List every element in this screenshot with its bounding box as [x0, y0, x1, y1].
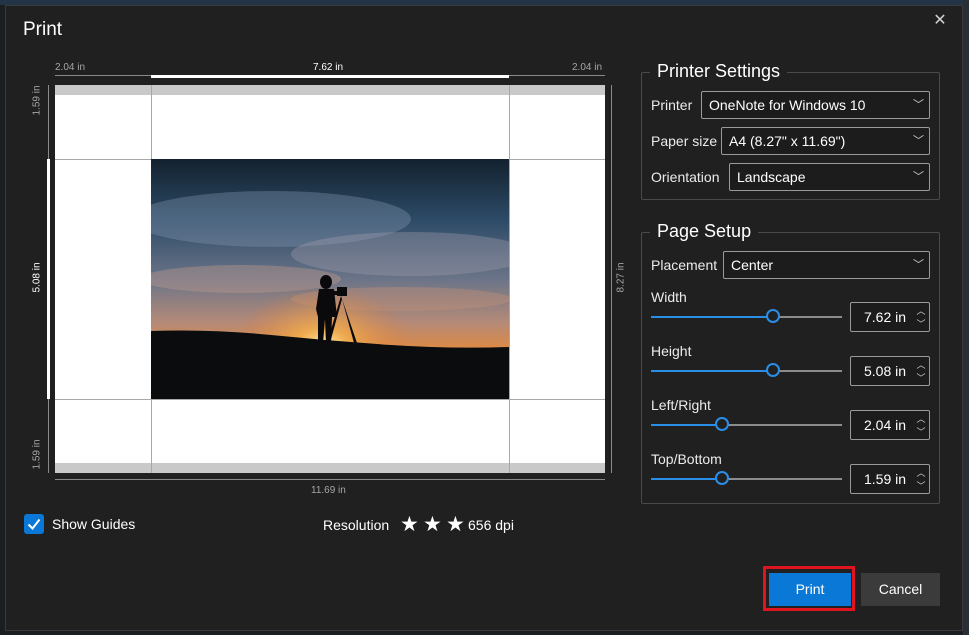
paper-unprintable-bottom [55, 463, 605, 473]
chevron-down-icon[interactable]: ﹀ [915, 372, 927, 384]
topbottom-label: Top/Bottom [651, 451, 722, 467]
width-slider-thumb[interactable] [766, 309, 780, 323]
guide-bottom [55, 399, 605, 400]
chevron-down-icon: ﹀ [913, 135, 924, 147]
leftright-value[interactable]: 2.04 in [864, 417, 906, 433]
leftright-slider-fill [651, 424, 722, 426]
topbottom-slider-thumb[interactable] [715, 471, 729, 485]
resolution-dpi: 656 dpi [468, 517, 514, 533]
leftright-label: Left/Right [651, 397, 711, 413]
guide-right [509, 85, 510, 473]
placement-value: Center [731, 257, 774, 273]
topbottom-value[interactable]: 1.59 in [864, 471, 906, 487]
chevron-up-icon[interactable]: ︿ [915, 305, 927, 317]
paper-size-value: A4 (8.27" x 11.69") [729, 133, 846, 149]
chevron-down-icon[interactable]: ﹀ [915, 426, 927, 438]
chevron-down-icon[interactable]: ﹀ [915, 318, 927, 330]
orientation-value: Landscape [737, 169, 806, 185]
topbottom-slider-fill [651, 478, 722, 480]
photo-preview [151, 159, 509, 399]
dim-tick-bottom [55, 479, 605, 480]
close-icon[interactable]: ✕ [930, 11, 950, 31]
printer-select[interactable]: OneNote for Windows 10 ﹀ [701, 91, 930, 119]
height-value[interactable]: 5.08 in [864, 363, 906, 379]
cancel-button[interactable]: Cancel [861, 573, 940, 606]
orientation-label: Orientation [651, 169, 720, 185]
paper-unprintable-top [55, 85, 605, 95]
checkmark-icon [27, 518, 41, 531]
star-icon: ★ [446, 513, 465, 536]
dialog-title: Print [23, 19, 63, 40]
dim-paper-height: 8.27 in [615, 262, 627, 293]
chevron-up-icon[interactable]: ︿ [915, 359, 927, 371]
width-label: Width [651, 289, 687, 305]
dim-tick-right [611, 85, 612, 473]
chevron-up-icon[interactable]: ︿ [915, 467, 927, 479]
resolution-label: Resolution [323, 517, 390, 533]
paper-size-select[interactable]: A4 (8.27" x 11.69") ﹀ [721, 127, 930, 155]
paper-size-label: Paper size [651, 133, 718, 149]
dim-bottom-margin: 1.59 in [31, 439, 43, 470]
placement-select[interactable]: Center ﹀ [723, 251, 930, 279]
sunset-photographer-image [151, 159, 509, 399]
placement-label: Placement [651, 257, 718, 273]
dim-tick-left-bottom [48, 399, 49, 473]
printer-settings-title: Printer Settings [650, 61, 788, 82]
printer-label: Printer [651, 97, 693, 113]
show-guides-checkbox[interactable] [24, 514, 44, 534]
chevron-up-icon[interactable]: ︿ [915, 413, 927, 425]
orientation-select[interactable]: Landscape ﹀ [729, 163, 930, 191]
height-slider-fill [651, 370, 773, 372]
leftright-slider-thumb[interactable] [715, 417, 729, 431]
background-window-right [963, 0, 969, 635]
chevron-down-icon: ﹀ [913, 259, 924, 271]
star-icon: ★ [423, 513, 442, 536]
width-value[interactable]: 7.62 in [864, 309, 906, 325]
dim-tick-left-top [48, 85, 49, 159]
dim-bar-height [47, 159, 50, 399]
height-spinbox[interactable]: 5.08 in ︿ ﹀ [850, 356, 930, 386]
chevron-down-icon: ﹀ [913, 99, 924, 111]
height-label: Height [651, 343, 692, 359]
height-slider-thumb[interactable] [766, 363, 780, 377]
dim-bar-width [151, 75, 509, 78]
paper-preview [55, 85, 605, 473]
chevron-down-icon: ﹀ [913, 171, 924, 183]
dim-tick-top-left [55, 75, 151, 76]
width-slider-fill [651, 316, 773, 318]
topbottom-spinbox[interactable]: 1.59 in ︿ ﹀ [850, 464, 930, 494]
dim-left-margin: 2.04 in [55, 62, 86, 73]
dim-top-margin: 1.59 in [31, 85, 43, 116]
star-icon: ★ [400, 513, 419, 536]
width-spinbox[interactable]: 7.62 in ︿ ﹀ [850, 302, 930, 332]
dim-image-height: 5.08 in [31, 262, 43, 293]
dim-paper-width: 11.69 in [311, 485, 346, 496]
page-setup-title: Page Setup [650, 221, 759, 242]
dim-right-margin: 2.04 in [572, 62, 603, 73]
chevron-down-icon[interactable]: ﹀ [915, 480, 927, 492]
print-button[interactable]: Print [769, 573, 851, 606]
show-guides-label[interactable]: Show Guides [52, 516, 135, 532]
leftright-spinbox[interactable]: 2.04 in ︿ ﹀ [850, 410, 930, 440]
printer-value: OneNote for Windows 10 [709, 97, 866, 113]
dim-tick-top-right [509, 75, 605, 76]
dim-image-width: 7.62 in [313, 62, 344, 73]
